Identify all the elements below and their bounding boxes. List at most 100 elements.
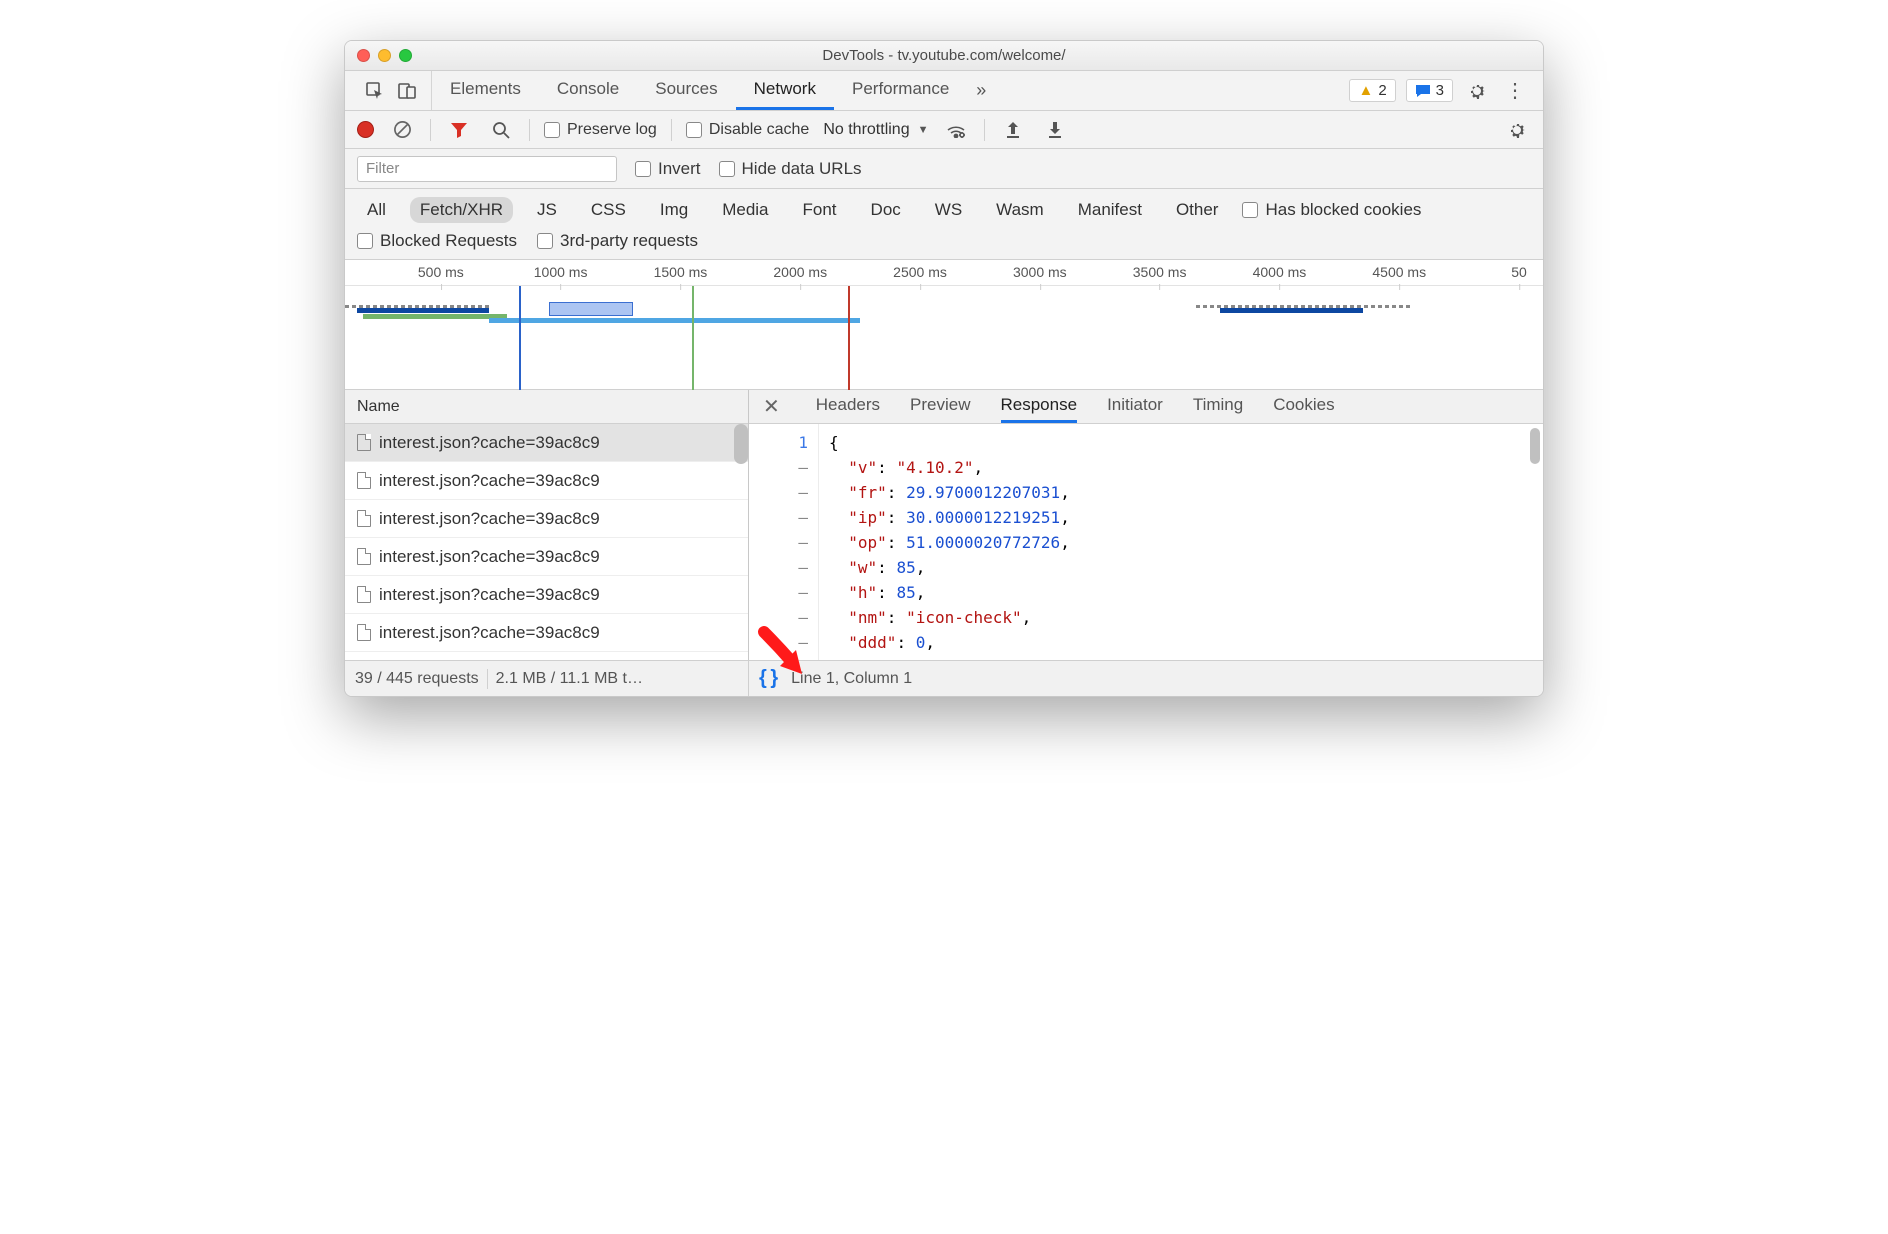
detail-tab-timing[interactable]: Timing [1193, 391, 1243, 423]
throttling-dropdown[interactable]: No throttling▼ [823, 121, 928, 139]
request-row[interactable]: interest.json?cache=39ac8c9 [345, 424, 748, 462]
messages-badge[interactable]: 3 [1406, 79, 1453, 102]
zoom-window-button[interactable] [399, 49, 412, 62]
request-list-header[interactable]: Name [345, 390, 748, 424]
tab-elements[interactable]: Elements [432, 71, 539, 110]
cursor-position: Line 1, Column 1 [791, 670, 912, 688]
request-name: interest.json?cache=39ac8c9 [379, 547, 600, 567]
type-filter-img[interactable]: Img [650, 197, 698, 223]
type-filter-css[interactable]: CSS [581, 197, 636, 223]
detail-tab-initiator[interactable]: Initiator [1107, 391, 1163, 423]
upload-har-icon[interactable] [999, 116, 1027, 144]
timeline-tick: 500 ms [418, 264, 464, 280]
timeline-tick: 50 [1511, 264, 1527, 280]
warning-icon: ▲ [1358, 82, 1373, 99]
device-toolbar-icon[interactable] [393, 77, 421, 105]
overview-bar [1220, 308, 1364, 313]
file-icon [357, 548, 371, 565]
request-name: interest.json?cache=39ac8c9 [379, 509, 600, 529]
timeline-selection[interactable] [549, 302, 633, 316]
transfer-summary: 2.1 MB / 11.1 MB t… [496, 670, 643, 688]
detail-tab-headers[interactable]: Headers [816, 391, 880, 423]
request-list-scrollbar[interactable] [734, 424, 748, 464]
warnings-count: 2 [1378, 82, 1386, 99]
tab-performance[interactable]: Performance [834, 71, 967, 110]
overview-bar [363, 314, 507, 319]
kebab-menu-icon[interactable]: ⋮ [1501, 77, 1529, 105]
type-filter-doc[interactable]: Doc [861, 197, 911, 223]
response-body[interactable]: 1–––––––– { "v": "4.10.2", "fr": 29.9700… [749, 424, 1543, 660]
clear-icon[interactable] [388, 116, 416, 144]
settings-icon[interactable] [1463, 77, 1491, 105]
minimize-window-button[interactable] [378, 49, 391, 62]
type-filter-media[interactable]: Media [712, 197, 778, 223]
titlebar: DevTools - tv.youtube.com/welcome/ [345, 41, 1543, 71]
request-name: interest.json?cache=39ac8c9 [379, 585, 600, 605]
detail-tab-response[interactable]: Response [1001, 391, 1078, 423]
type-filter-ws[interactable]: WS [925, 197, 972, 223]
blocked-requests-checkbox[interactable]: Blocked Requests [357, 231, 517, 251]
has-blocked-cookies-checkbox[interactable]: Has blocked cookies [1242, 200, 1421, 220]
filter-input[interactable]: Filter [357, 156, 617, 182]
disable-cache-checkbox[interactable]: Disable cache [686, 121, 810, 139]
chevron-down-icon: ▼ [918, 124, 929, 136]
file-icon [357, 434, 371, 451]
invert-checkbox[interactable]: Invert [635, 159, 701, 179]
file-icon [357, 472, 371, 489]
timeline-tick: 3000 ms [1013, 264, 1067, 280]
hide-data-urls-checkbox[interactable]: Hide data URLs [719, 159, 862, 179]
type-filter-js[interactable]: JS [527, 197, 567, 223]
request-name: interest.json?cache=39ac8c9 [379, 471, 600, 491]
record-button[interactable] [357, 121, 374, 138]
timeline-marker [519, 286, 521, 390]
request-detail: ✕ Headers Preview Response Initiator Timing C… [749, 390, 1543, 660]
timeline-tick: 4500 ms [1372, 264, 1426, 280]
pretty-print-icon[interactable]: { } [759, 667, 777, 690]
response-scrollbar[interactable] [1530, 428, 1540, 464]
tab-sources[interactable]: Sources [637, 71, 735, 110]
request-row[interactable]: interest.json?cache=39ac8c9 [345, 462, 748, 500]
window-controls [357, 49, 412, 62]
detail-tab-preview[interactable]: Preview [910, 391, 970, 423]
timeline-overview[interactable]: 500 ms1000 ms1500 ms2000 ms2500 ms3000 m… [345, 260, 1543, 390]
close-detail-icon[interactable]: ✕ [763, 394, 780, 419]
tab-network[interactable]: Network [736, 71, 834, 110]
file-icon [357, 624, 371, 641]
type-filter-all[interactable]: All [357, 197, 396, 223]
type-filter-manifest[interactable]: Manifest [1068, 197, 1152, 223]
request-row[interactable]: interest.json?cache=39ac8c9 [345, 614, 748, 652]
timeline-marker [848, 286, 850, 390]
request-name: interest.json?cache=39ac8c9 [379, 623, 600, 643]
type-filter-bar: All Fetch/XHR JS CSS Img Media Font Doc WS Wasm Ma… [345, 189, 1543, 227]
timeline-tick: 2500 ms [893, 264, 947, 280]
inspect-element-icon[interactable] [361, 77, 389, 105]
tab-console[interactable]: Console [539, 71, 637, 110]
panel-tabstrip: ElementsConsoleSourcesNetworkPerformance… [345, 71, 1543, 111]
type-filter-other[interactable]: Other [1166, 197, 1229, 223]
request-row[interactable]: interest.json?cache=39ac8c9 [345, 538, 748, 576]
close-window-button[interactable] [357, 49, 370, 62]
request-row[interactable]: interest.json?cache=39ac8c9 [345, 576, 748, 614]
network-settings-icon[interactable] [1503, 116, 1531, 144]
overview-bar [489, 318, 860, 323]
file-icon [357, 586, 371, 603]
preserve-log-checkbox[interactable]: Preserve log [544, 121, 657, 139]
network-conditions-icon[interactable] [942, 116, 970, 144]
timeline-tick: 2000 ms [773, 264, 827, 280]
detail-tab-cookies[interactable]: Cookies [1273, 391, 1334, 423]
filter-icon[interactable] [445, 116, 473, 144]
download-har-icon[interactable] [1041, 116, 1069, 144]
extra-filter-bar: Blocked Requests 3rd-party requests [345, 227, 1543, 260]
type-filter-fetch-xhr[interactable]: Fetch/XHR [410, 197, 513, 223]
devtools-window: DevTools - tv.youtube.com/welcome/ Eleme… [344, 40, 1544, 697]
message-icon [1415, 84, 1431, 98]
warnings-badge[interactable]: ▲ 2 [1349, 79, 1395, 102]
tabs-overflow-icon[interactable]: » [967, 77, 995, 105]
network-split: Name interest.json?cache=39ac8c9 interest… [345, 390, 1543, 660]
request-row[interactable]: interest.json?cache=39ac8c9 [345, 500, 748, 538]
search-icon[interactable] [487, 116, 515, 144]
third-party-checkbox[interactable]: 3rd-party requests [537, 231, 698, 251]
type-filter-wasm[interactable]: Wasm [986, 197, 1054, 223]
timeline-tick: 1000 ms [534, 264, 588, 280]
type-filter-font[interactable]: Font [793, 197, 847, 223]
